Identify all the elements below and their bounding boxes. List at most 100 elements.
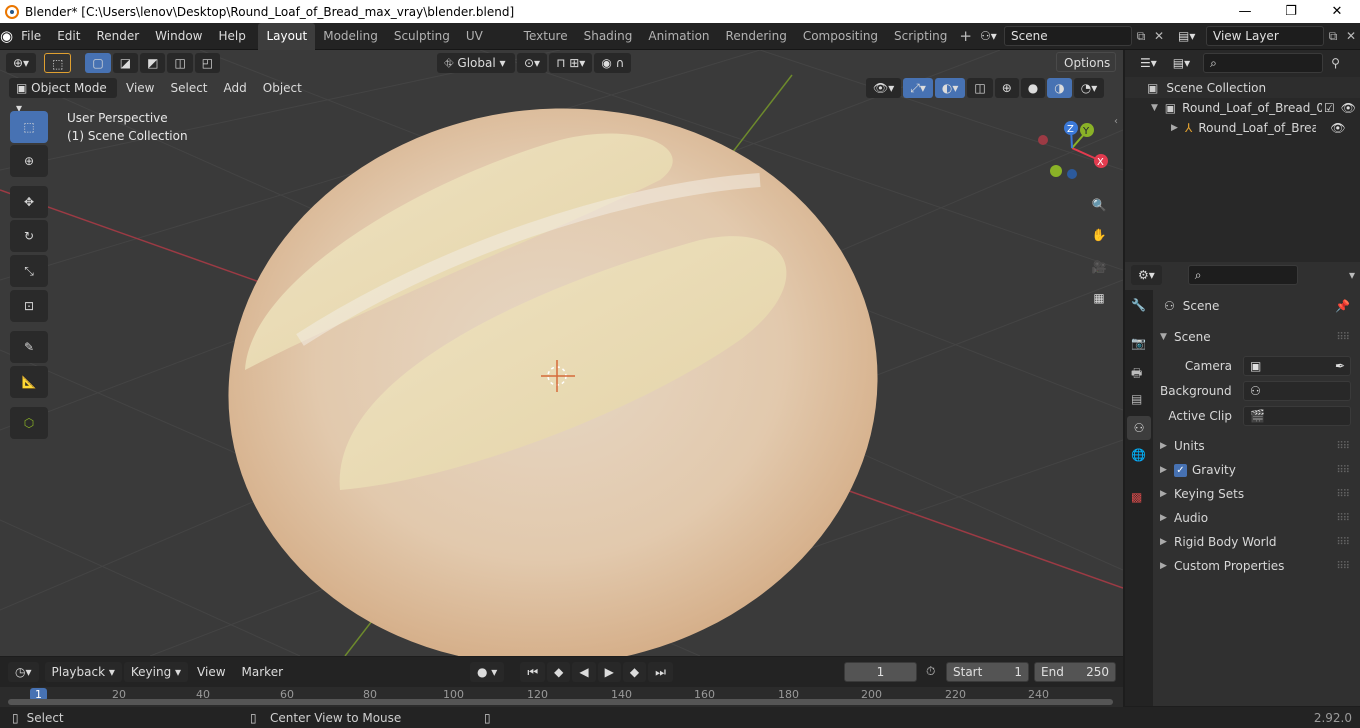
keying-menu[interactable]: Keying ▾ xyxy=(123,662,189,682)
camera-view-icon[interactable]: 🎥 xyxy=(1087,255,1111,279)
sidebar-toggle-icon[interactable]: ‹ xyxy=(1114,116,1118,127)
pan-hand-icon[interactable]: ✋ xyxy=(1087,223,1111,247)
mode-set-icon[interactable]: ▢ xyxy=(85,53,111,73)
mode-dropdown[interactable]: ▣ Object Mode ▾ xyxy=(9,78,117,115)
timeline-scrollbar[interactable] xyxy=(8,699,1113,705)
end-frame-field[interactable]: End 250 xyxy=(1034,662,1116,682)
scene-panel-header[interactable]: ▼ Scene ⠿⠿ xyxy=(1160,326,1355,348)
maximize-button[interactable]: ❐ xyxy=(1268,0,1314,23)
menu-edit[interactable]: Edit xyxy=(49,23,88,50)
tab-shading[interactable]: Shading xyxy=(576,23,641,50)
menu-render[interactable]: Render xyxy=(88,23,147,50)
jump-start-icon[interactable]: ⏮ xyxy=(520,662,546,682)
properties-search-input[interactable]: ⌕ xyxy=(1187,265,1298,285)
orientation-dropdown[interactable]: ⛗ Global ▾ xyxy=(437,53,515,73)
play-reverse-icon[interactable]: ◀ xyxy=(572,662,596,682)
units-panel-header[interactable]: ▶ Units ⠿⠿ xyxy=(1160,435,1355,457)
timeline-editor-icon[interactable]: ◷▾ xyxy=(8,662,39,682)
tool-tab-icon[interactable]: 🔧 xyxy=(1131,298,1146,312)
zoom-icon[interactable]: 🔍 xyxy=(1087,193,1111,217)
drag-grip-icon[interactable]: ⠿⠿ xyxy=(1336,489,1350,500)
menu-window[interactable]: Window xyxy=(147,23,210,50)
expand-toggle-icon[interactable]: ▼ xyxy=(1151,103,1165,113)
mode-subtract-icon[interactable]: ◩ xyxy=(140,53,166,73)
visibility-eye-icon[interactable]: 👁 xyxy=(1330,121,1345,135)
add-cube-icon[interactable]: ⬡ xyxy=(10,407,48,439)
outliner-item-object[interactable]: ▶ ⅄ Round_Loaf_of_Breac 👁 xyxy=(1171,118,1356,138)
tab-modeling[interactable]: Modeling xyxy=(315,23,386,50)
annotate-icon[interactable]: ✎ xyxy=(10,331,48,363)
menu-view[interactable]: View xyxy=(119,78,161,98)
background-field[interactable]: ⚇ xyxy=(1243,381,1351,401)
editor-type-icon[interactable]: ⊕▾ xyxy=(6,53,37,73)
outliner-item-collection[interactable]: ▼ ▣ Round_Loaf_of_Bread_0C ☑ 👁 xyxy=(1151,98,1356,118)
menu-help[interactable]: Help xyxy=(211,23,254,50)
scene-name-field[interactable]: Scene xyxy=(1004,26,1132,46)
overlay-toggle-icon[interactable]: ◐▾ xyxy=(934,78,966,98)
frame-ruler[interactable]: 1 20 40 60 80 100 120 140 160 180 200 22… xyxy=(0,687,1123,707)
3d-viewport[interactable]: X Y Z ⊕▾ ⬚ ▢ ◪ ◩ ◫ ◰ ⛗ Global ▾ ⊙▾ ⊓ ⊞▾ … xyxy=(0,50,1123,656)
wireframe-shading-icon[interactable]: ⊕ xyxy=(994,78,1019,98)
filter-icon[interactable]: ⚲ xyxy=(1331,56,1340,70)
display-mode-icon[interactable]: ▤▾ xyxy=(1165,53,1198,73)
timeline-view-menu[interactable]: View xyxy=(190,662,232,682)
audio-panel-header[interactable]: ▶ Audio ⠿⠿ xyxy=(1160,507,1355,529)
minimize-button[interactable]: — xyxy=(1222,0,1268,23)
transform-icon[interactable]: ⊡ xyxy=(10,290,48,322)
active-clip-field[interactable]: 🎬 xyxy=(1243,406,1351,426)
drag-grip-icon[interactable]: ⠿⠿ xyxy=(1336,561,1350,572)
select-tool-icon[interactable]: ⬚ xyxy=(44,53,72,73)
drag-grip-icon[interactable]: ⠿⠿ xyxy=(1336,465,1350,476)
mode-difference-icon[interactable]: ◫ xyxy=(167,53,193,73)
outliner-search-input[interactable]: ⌕ xyxy=(1203,53,1324,73)
tab-scripting[interactable]: Scripting xyxy=(886,23,955,50)
options-dropdown[interactable]: Options ▾ xyxy=(1056,52,1116,90)
outliner-editor-icon[interactable]: ☰▾ xyxy=(1133,53,1164,73)
view-layer-field[interactable]: View Layer xyxy=(1206,26,1324,46)
properties-editor-icon[interactable]: ⚙▾ xyxy=(1131,265,1162,285)
keying-sets-panel-header[interactable]: ▶ Keying Sets ⠿⠿ xyxy=(1160,483,1355,505)
marker-menu[interactable]: Marker xyxy=(235,662,290,682)
start-frame-field[interactable]: Start 1 xyxy=(946,662,1029,682)
scene-tab-icon[interactable]: ⚇ xyxy=(1127,416,1151,440)
mode-extend-icon[interactable]: ◪ xyxy=(112,53,139,73)
drag-grip-icon[interactable]: ⠿⠿ xyxy=(1336,513,1350,524)
copy-layer-icon[interactable]: ⧉ xyxy=(1324,29,1342,44)
drag-grip-icon[interactable]: ⠿⠿ xyxy=(1336,537,1350,548)
preview-range-icon[interactable]: ⏱ xyxy=(926,664,935,679)
blender-menu-icon[interactable]: ◉ xyxy=(0,27,13,45)
jump-keyframe-forward-icon[interactable]: ◆ xyxy=(622,662,647,682)
tab-uv-editing[interactable]: UV Editing xyxy=(458,23,516,70)
camera-field[interactable]: ▣ ✒ xyxy=(1243,356,1351,376)
menu-object[interactable]: Object xyxy=(256,78,309,98)
move-icon[interactable]: ✥ xyxy=(10,186,48,218)
expand-toggle-icon[interactable]: ▶ xyxy=(1171,123,1185,133)
output-tab-icon[interactable]: 🖶 xyxy=(1131,364,1142,385)
auto-key-icon[interactable]: ● ▾ xyxy=(470,662,505,682)
solid-shading-icon[interactable]: ● xyxy=(1020,78,1046,98)
navigation-gizmo[interactable]: X Y Z xyxy=(1038,121,1108,179)
gizmo-toggle-icon[interactable]: ⤢▾ xyxy=(903,78,933,98)
cursor-icon[interactable]: ⊕ xyxy=(10,145,48,177)
proportional-edit-icon[interactable]: ◉ ∩ xyxy=(594,53,632,73)
menu-add[interactable]: Add xyxy=(217,78,254,98)
scene-selector[interactable]: ⚇▾ Scene ⧉ ✕ xyxy=(980,26,1168,46)
custom-properties-panel-header[interactable]: ▶ Custom Properties ⠿⠿ xyxy=(1160,555,1355,577)
tab-sculpting[interactable]: Sculpting xyxy=(386,23,458,50)
visibility-icon[interactable]: 👁▾ xyxy=(866,78,902,98)
xray-icon[interactable]: ◫ xyxy=(967,78,993,98)
scale-icon[interactable]: ⤡ xyxy=(10,255,48,287)
pin-icon[interactable]: 📌 xyxy=(1335,299,1350,313)
rotate-icon[interactable]: ↻ xyxy=(10,220,48,252)
measure-icon[interactable]: 📐 xyxy=(10,366,48,398)
view-layer-selector[interactable]: ▤▾ View Layer ⧉ ✕ xyxy=(1178,26,1360,46)
tab-rendering[interactable]: Rendering xyxy=(718,23,795,50)
rigid-body-panel-header[interactable]: ▶ Rigid Body World ⠿⠿ xyxy=(1160,531,1355,553)
outliner-scene-collection[interactable]: ▣ Scene Collection xyxy=(1147,78,1266,98)
delete-layer-icon[interactable]: ✕ xyxy=(1342,29,1360,43)
mode-intersect-icon[interactable]: ◰ xyxy=(194,53,221,73)
properties-options-icon[interactable]: ▾ xyxy=(1349,268,1355,282)
eyedropper-icon[interactable]: ✒ xyxy=(1335,357,1345,375)
menu-select[interactable]: Select xyxy=(163,78,214,98)
current-frame-field[interactable]: 1 xyxy=(844,662,917,682)
